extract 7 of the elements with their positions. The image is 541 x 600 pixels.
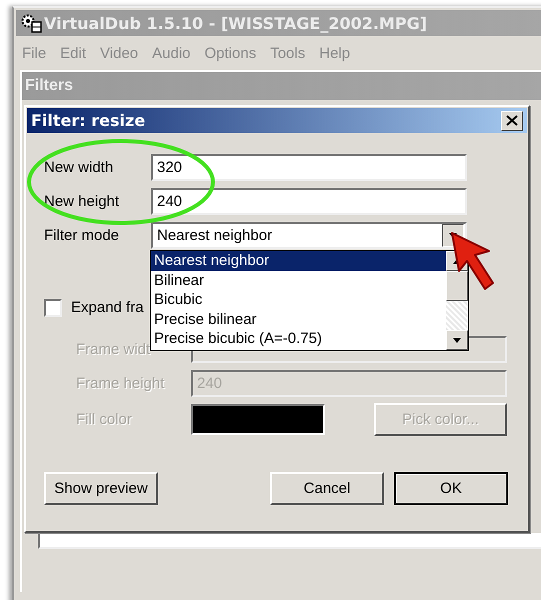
checkbox-label: Expand fra (71, 299, 144, 316)
dialog-title: Filter: resize (31, 111, 146, 130)
window-title: VirtualDub 1.5.10 - [WISSTAGE_2002.MPG] (44, 14, 428, 32)
field-label: New width (44, 159, 114, 176)
field-label: New height (44, 193, 120, 210)
field-label: Filter mode (44, 227, 120, 244)
filters-title: Filters (25, 77, 74, 95)
